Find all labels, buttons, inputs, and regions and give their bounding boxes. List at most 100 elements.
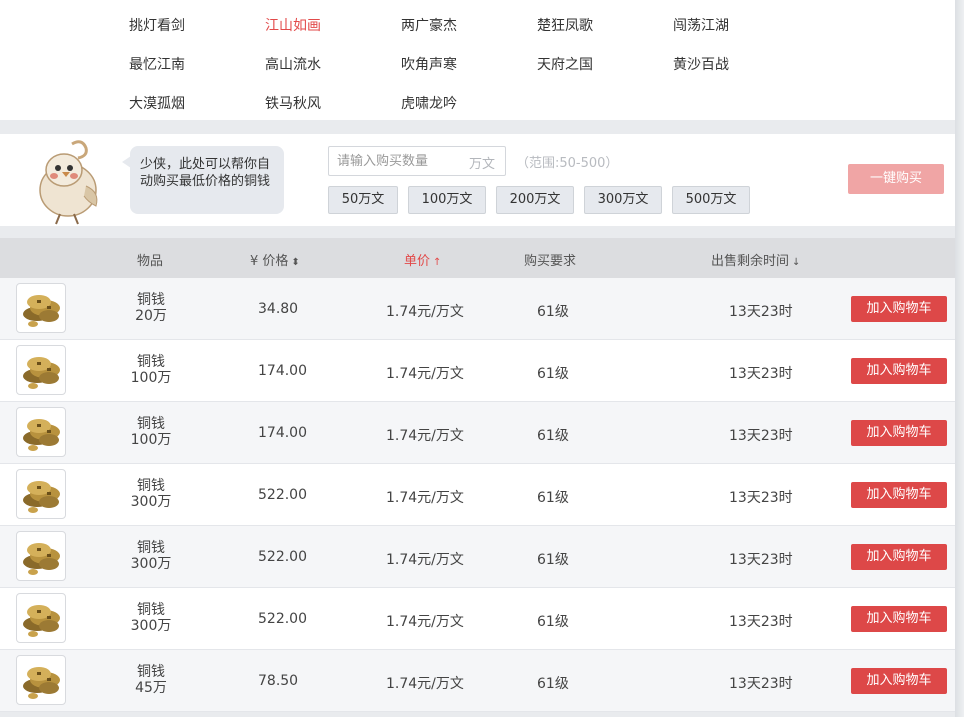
item-unit-price: 1.74元/万文 bbox=[386, 490, 464, 506]
item-requirement: 61级 bbox=[537, 366, 569, 382]
server-item[interactable]: 最忆江南 bbox=[129, 54, 185, 74]
add-to-cart-button[interactable]: 加入购物车 bbox=[851, 296, 947, 322]
page-edge-shadow bbox=[955, 0, 964, 717]
item-name: 铜钱 45万 bbox=[120, 664, 182, 696]
quantity-input[interactable] bbox=[329, 147, 459, 175]
item-name: 铜钱 300万 bbox=[120, 478, 182, 510]
item-requirement: 61级 bbox=[537, 304, 569, 320]
server-item[interactable]: 两广豪杰 bbox=[401, 15, 457, 35]
item-label: 铜钱 bbox=[137, 416, 165, 432]
amount-500-button[interactable]: 500万文 bbox=[672, 186, 750, 214]
header-remaining-time[interactable]: 出售剩余时间 ↓ bbox=[711, 250, 800, 269]
item-requirement: 61级 bbox=[537, 614, 569, 630]
item-unit-price: 1.74元/万文 bbox=[386, 676, 464, 692]
item-unit-price: 1.74元/万文 bbox=[386, 366, 464, 382]
bird-mascot-icon bbox=[39, 140, 98, 225]
server-item[interactable]: 挑灯看剑 bbox=[129, 15, 185, 35]
amount-300-button[interactable]: 300万文 bbox=[584, 186, 662, 214]
header-price[interactable]: ¥ 价格 ⬍ bbox=[250, 250, 300, 269]
item-quantity: 45万 bbox=[135, 680, 167, 696]
auto-buy-panel: 少侠，此处可以帮你自动购买最低价格的铜钱 万文 （范围:50-500） 50万文… bbox=[0, 134, 955, 226]
server-item[interactable]: 高山流水 bbox=[265, 54, 321, 74]
amount-50-button[interactable]: 50万文 bbox=[328, 186, 398, 214]
item-remaining-time: 13天23时 bbox=[729, 366, 793, 382]
item-remaining-time: 13天23时 bbox=[729, 676, 793, 692]
server-item[interactable]: 虎啸龙吟 bbox=[401, 93, 457, 113]
item-name: 铜钱 20万 bbox=[120, 292, 182, 324]
coin-item-icon[interactable] bbox=[16, 531, 66, 581]
table-row: 铜钱 300万 522.00 1.74元/万文 61级 13天23时 加入购物车 bbox=[0, 526, 955, 588]
item-price: 522.00 bbox=[258, 611, 307, 627]
item-unit-price: 1.74元/万文 bbox=[386, 614, 464, 630]
item-label: 铜钱 bbox=[137, 540, 165, 556]
add-to-cart-button[interactable]: 加入购物车 bbox=[851, 358, 947, 384]
item-unit-price: 1.74元/万文 bbox=[386, 304, 464, 320]
item-requirement: 61级 bbox=[537, 552, 569, 568]
quantity-unit: 万文 bbox=[468, 157, 495, 172]
table-row: 铜钱 100万 174.00 1.74元/万文 61级 13天23时 加入购物车 bbox=[0, 402, 955, 464]
coin-item-icon[interactable] bbox=[16, 655, 66, 705]
item-price: 78.50 bbox=[258, 673, 299, 689]
server-item[interactable]: 黄沙百战 bbox=[673, 54, 729, 74]
item-remaining-time: 13天23时 bbox=[729, 304, 793, 320]
item-requirement: 61级 bbox=[537, 428, 569, 444]
add-to-cart-button[interactable]: 加入购物车 bbox=[851, 482, 947, 508]
item-price: 174.00 bbox=[258, 425, 307, 441]
tip-bubble: 少侠，此处可以帮你自动购买最低价格的铜钱 bbox=[122, 146, 284, 214]
table-header: 物品 ¥ 价格 ⬍ 单价 ↑ 购买要求 出售剩余时间 ↓ bbox=[0, 238, 955, 278]
item-remaining-time: 13天23时 bbox=[729, 490, 793, 506]
coin-item-icon[interactable] bbox=[16, 283, 66, 333]
table-row: 铜钱 20万 34.80 1.74元/万文 61级 13天23时 加入购物车 bbox=[0, 278, 955, 340]
coin-item-icon[interactable] bbox=[16, 345, 66, 395]
table-row: 铜钱 100万 174.00 1.74元/万文 61级 13天23时 加入购物车 bbox=[0, 340, 955, 402]
item-quantity: 300万 bbox=[130, 494, 172, 510]
item-quantity: 20万 bbox=[135, 308, 167, 324]
add-to-cart-button[interactable]: 加入购物车 bbox=[851, 420, 947, 446]
server-item[interactable]: 天府之国 bbox=[537, 54, 593, 74]
item-remaining-time: 13天23时 bbox=[729, 614, 793, 630]
table-row: 铜钱 300万 522.00 1.74元/万文 61级 13天23时 加入购物车 bbox=[0, 588, 955, 650]
item-remaining-time: 13天23时 bbox=[729, 428, 793, 444]
amount-200-button[interactable]: 200万文 bbox=[496, 186, 574, 214]
item-name: 铜钱 100万 bbox=[120, 354, 182, 386]
item-name: 铜钱 300万 bbox=[120, 602, 182, 634]
amount-100-button[interactable]: 100万文 bbox=[408, 186, 486, 214]
server-item[interactable]: 江山如画 bbox=[265, 15, 321, 35]
item-price: 34.80 bbox=[258, 301, 299, 317]
server-item[interactable]: 吹角声寒 bbox=[401, 54, 457, 74]
server-item[interactable]: 楚狂凤歌 bbox=[537, 15, 593, 35]
table-row: 铜钱 300万 522.00 1.74元/万文 61级 13天23时 加入购物车 bbox=[0, 464, 955, 526]
quantity-field-wrap: 万文 bbox=[328, 146, 506, 176]
server-item[interactable]: 大漠孤烟 bbox=[129, 93, 185, 113]
coin-item-icon[interactable] bbox=[16, 407, 66, 457]
sort-both-icon: ⬍ bbox=[291, 257, 300, 268]
server-item[interactable]: 铁马秋风 bbox=[265, 93, 321, 113]
coin-item-icon[interactable] bbox=[16, 469, 66, 519]
item-quantity: 300万 bbox=[130, 556, 172, 572]
item-label: 铜钱 bbox=[137, 602, 165, 618]
item-label: 铜钱 bbox=[137, 292, 165, 308]
item-label: 铜钱 bbox=[137, 478, 165, 494]
one-click-buy-button[interactable]: 一键购买 bbox=[848, 164, 944, 194]
item-name: 铜钱 300万 bbox=[120, 540, 182, 572]
sort-down-icon: ↓ bbox=[792, 257, 801, 268]
item-unit-price: 1.74元/万文 bbox=[386, 552, 464, 568]
range-hint: （范围:50-500） bbox=[516, 156, 619, 171]
header-requirement: 购买要求 bbox=[524, 254, 577, 269]
item-label: 铜钱 bbox=[137, 664, 165, 680]
item-price: 522.00 bbox=[258, 487, 307, 503]
header-unit-price[interactable]: 单价 ↑ bbox=[404, 250, 441, 269]
server-item[interactable]: 闯荡江湖 bbox=[673, 15, 729, 35]
add-to-cart-button[interactable]: 加入购物车 bbox=[851, 606, 947, 632]
item-quantity: 300万 bbox=[130, 618, 172, 634]
coin-item-icon[interactable] bbox=[16, 593, 66, 643]
item-requirement: 61级 bbox=[537, 490, 569, 506]
add-to-cart-button[interactable]: 加入购物车 bbox=[851, 544, 947, 570]
table-row: 铜钱 45万 78.50 1.74元/万文 61级 13天23时 加入购物车 bbox=[0, 650, 955, 712]
add-to-cart-button[interactable]: 加入购物车 bbox=[851, 668, 947, 694]
item-price: 522.00 bbox=[258, 549, 307, 565]
item-unit-price: 1.74元/万文 bbox=[386, 428, 464, 444]
item-requirement: 61级 bbox=[537, 676, 569, 692]
item-remaining-time: 13天23时 bbox=[729, 552, 793, 568]
sort-up-icon: ↑ bbox=[433, 257, 442, 268]
